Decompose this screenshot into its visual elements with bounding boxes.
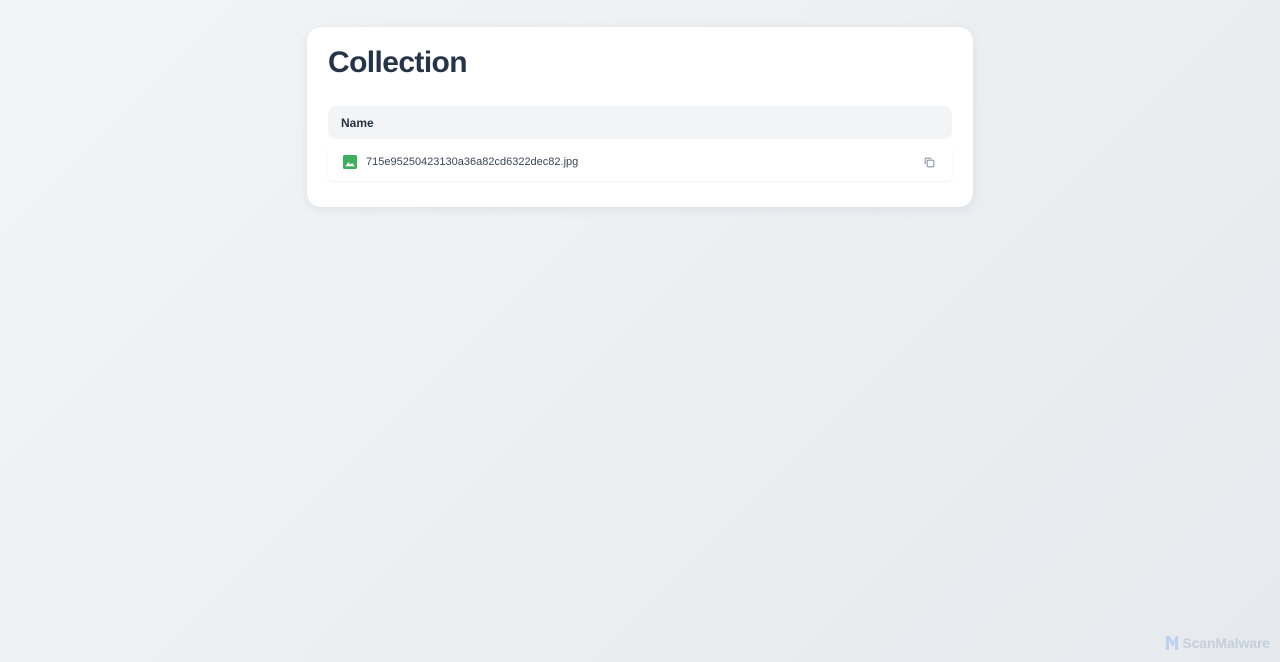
copy-button[interactable] <box>918 151 940 173</box>
collection-card: Collection Name 715e95250423130a36a82cd6… <box>307 27 973 207</box>
table-row[interactable]: 715e95250423130a36a82cd6322dec82.jpg <box>328 143 952 181</box>
file-name[interactable]: 715e95250423130a36a82cd6322dec82.jpg <box>366 156 918 168</box>
brand-name: ScanMalware <box>1182 635 1270 651</box>
page-title: Collection <box>328 46 468 79</box>
table-header: Name <box>328 106 952 139</box>
image-icon <box>343 155 357 169</box>
scanmalware-logo-icon <box>1165 635 1182 651</box>
column-header-name[interactable]: Name <box>341 116 374 130</box>
scanmalware-brand: ScanMalware <box>1165 635 1270 651</box>
copy-icon <box>924 157 935 168</box>
